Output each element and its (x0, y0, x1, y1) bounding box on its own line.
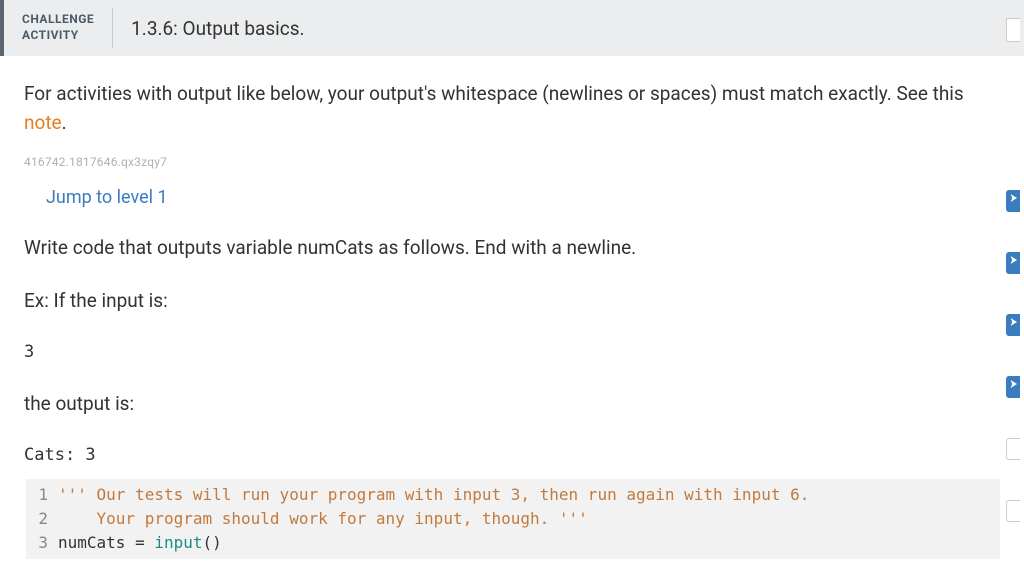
output-label: the output is: (24, 392, 1000, 415)
code-editor[interactable]: 1''' Our tests will run your program wit… (24, 479, 1000, 559)
content-area: For activities with output like below, y… (0, 56, 1024, 559)
code-line: 1''' Our tests will run your program wit… (26, 483, 1000, 507)
code-text: numCats = input() (58, 531, 222, 555)
level-indicator-icon[interactable] (1006, 376, 1020, 398)
instruction-text: Write code that outputs variable numCats… (24, 236, 1000, 259)
example-label: Ex: If the input is: (24, 289, 1000, 312)
level-indicator-icon[interactable] (1006, 314, 1020, 336)
challenge-header: CHALLENGE ACTIVITY 1.3.6: Output basics. (0, 0, 1024, 56)
challenge-label-line2: ACTIVITY (22, 28, 94, 44)
challenge-label-line1: CHALLENGE (22, 12, 94, 28)
bookmark-icon[interactable] (1006, 18, 1020, 42)
intro-paragraph: For activities with output like below, y… (24, 80, 1000, 137)
activity-title: 1.3.6: Output basics. (113, 17, 304, 40)
line-number: 3 (26, 531, 58, 555)
level-indicator-icon[interactable] (1006, 252, 1020, 274)
challenge-activity-label: CHALLENGE ACTIVITY (4, 8, 113, 48)
line-number: 1 (26, 483, 58, 507)
code-line: 3numCats = input() (26, 531, 1000, 555)
level-indicator-icon[interactable] (1006, 190, 1020, 212)
code-line: 2 Your program should work for any input… (26, 507, 1000, 531)
intro-text-before: For activities with output like below, y… (24, 82, 964, 105)
level-indicator-icon[interactable] (1006, 500, 1020, 522)
example-output-value: Cats: 3 (24, 445, 1000, 465)
example-input-value: 3 (24, 342, 1000, 362)
intro-text-after: . (62, 111, 67, 134)
line-number: 2 (26, 507, 58, 531)
session-id: 416742.1817646.qx3zqy7 (24, 155, 1000, 169)
level-indicator-icon[interactable] (1006, 438, 1020, 460)
note-link[interactable]: note (24, 111, 62, 134)
code-text: Your program should work for any input, … (58, 507, 588, 531)
code-text: ''' Our tests will run your program with… (58, 483, 809, 507)
right-side-icons (1006, 190, 1020, 522)
jump-to-level-link[interactable]: Jump to level 1 (24, 187, 1000, 208)
